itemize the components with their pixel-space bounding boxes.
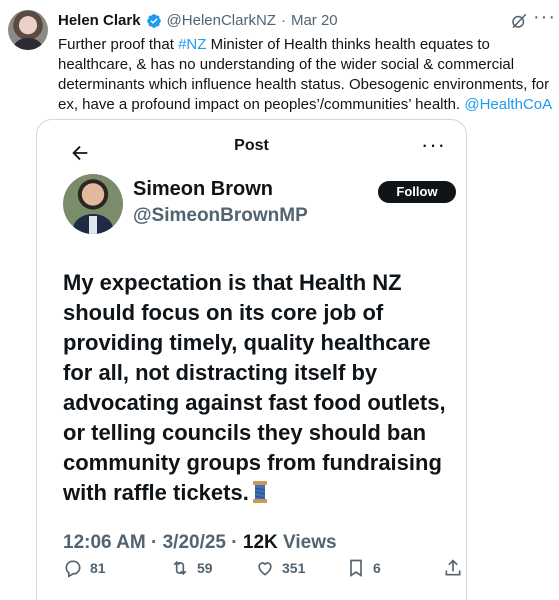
tweet-date[interactable]: Mar 20 [291,12,338,29]
verified-badge-icon [146,13,161,28]
follow-button[interactable]: Follow [378,181,456,203]
like-button[interactable]: 351 [255,558,305,578]
share-button[interactable] [443,558,463,578]
repost-button[interactable]: 59 [170,558,213,578]
separator-dot: · [231,532,238,553]
grok-icon[interactable] [510,12,528,30]
author-avatar[interactable] [8,10,48,50]
tweet-text: Further proof that #NZ Minister of Healt… [58,35,553,115]
post-date: 3/20/25 [162,532,227,553]
author-handle[interactable]: @HelenClarkNZ [167,12,276,29]
quoted-post-text: My expectation is that Health NZ should … [63,268,463,508]
spool-emoji-icon [252,481,267,503]
repost-count: 59 [197,560,213,576]
bookmark-icon [350,559,362,578]
author-name[interactable]: Helen Clark [58,12,141,29]
page-title: Post [234,137,269,154]
like-icon [258,562,272,576]
quoted-post-card[interactable]: Post ··· Simeon Brown @SimeonBrownMP Fol… [36,119,467,600]
post-timestamp: 12:06 AM · 3/20/25 · 12K Views [63,532,337,554]
share-icon [445,559,461,576]
reply-button[interactable]: 81 [63,558,106,578]
separator-dot: · [151,532,158,553]
bookmark-button[interactable]: 6 [346,558,381,578]
more-icon[interactable]: ··· [421,132,446,158]
quoted-author-name[interactable]: Simeon Brown [133,178,273,201]
bookmark-count: 6 [373,560,381,576]
post-time: 12:06 AM [63,532,146,553]
like-count: 351 [282,560,306,576]
reply-icon [65,560,81,578]
reply-count: 81 [90,560,106,576]
quoted-post-body: My expectation is that Health NZ should … [63,270,446,505]
repost-icon [173,560,187,576]
views-count: 12K [242,532,278,553]
tweet-header: Helen Clark @HelenClarkNZ · Mar 20 [58,12,338,29]
mention-link[interactable]: @HealthCoA [464,96,552,113]
hashtag-link[interactable]: #NZ [178,36,206,53]
more-icon[interactable]: ··· [533,6,556,29]
separator-dot: · [280,12,286,29]
quoted-author-handle[interactable]: @SimeonBrownMP [133,205,308,227]
quoted-author-avatar[interactable] [63,174,123,234]
views-label: Views [283,532,337,553]
tweet-text-part1: Further proof that [58,36,179,53]
